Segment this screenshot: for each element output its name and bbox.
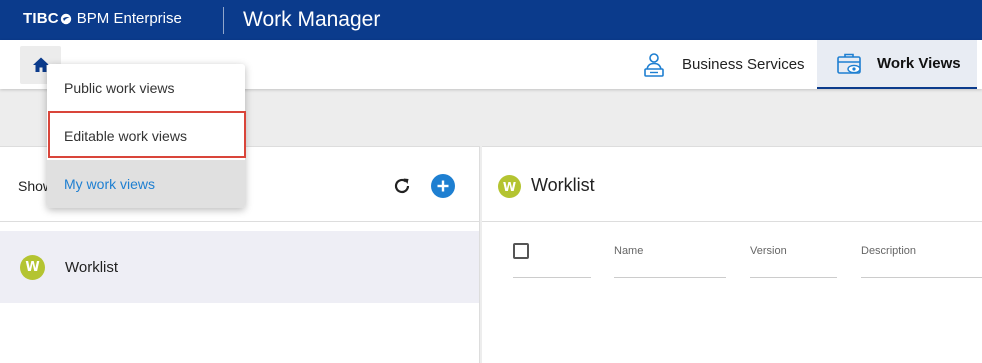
menu-item-public-work-views[interactable]: Public work views [47,64,245,112]
list-item[interactable]: W Worklist [0,231,479,303]
column-underline [861,277,982,278]
tibco-ball-icon [60,13,72,25]
briefcase-eye-icon [837,53,861,74]
menu-item-my-work-views[interactable]: My work views [47,160,245,208]
select-all-checkbox[interactable] [513,243,529,259]
tab-work-views[interactable]: Work Views [817,40,977,89]
tab-label: Business Services [682,56,805,73]
tab-business-services[interactable]: Business Services [640,40,805,89]
header-divider [223,7,224,34]
top-header: TIBC BPM Enterprise Work Manager [0,0,982,40]
column-header-version[interactable]: Version [750,245,787,257]
panel-divider [482,221,982,222]
tab-label: Work Views [877,55,961,72]
brand-product: BPM Enterprise [76,10,182,27]
menu-item-editable-work-views[interactable]: Editable work views [47,112,245,160]
column-header-name[interactable]: Name [614,245,643,257]
app-title: Work Manager [243,8,381,31]
right-panel: W Worklist Name Version Description [482,146,982,363]
column-header-description[interactable]: Description [861,245,916,257]
brand-word: TIBC [23,10,59,27]
column-underline [513,277,591,278]
worklist-badge-icon: W [498,175,521,198]
brand-logo: TIBC BPM Enterprise [23,10,182,27]
panel-divider [0,221,480,222]
panel-title: Worklist [531,175,595,195]
list-item-label: Worklist [65,259,119,276]
add-work-view-button[interactable] [431,174,455,198]
refresh-icon[interactable] [391,175,413,197]
worklist-badge-icon: W [20,255,45,280]
person-screen-icon [644,52,664,77]
plus-icon [437,180,449,192]
column-underline [750,277,837,278]
work-views-dropdown: Public work views Editable work views My… [47,64,245,208]
column-underline [614,277,726,278]
